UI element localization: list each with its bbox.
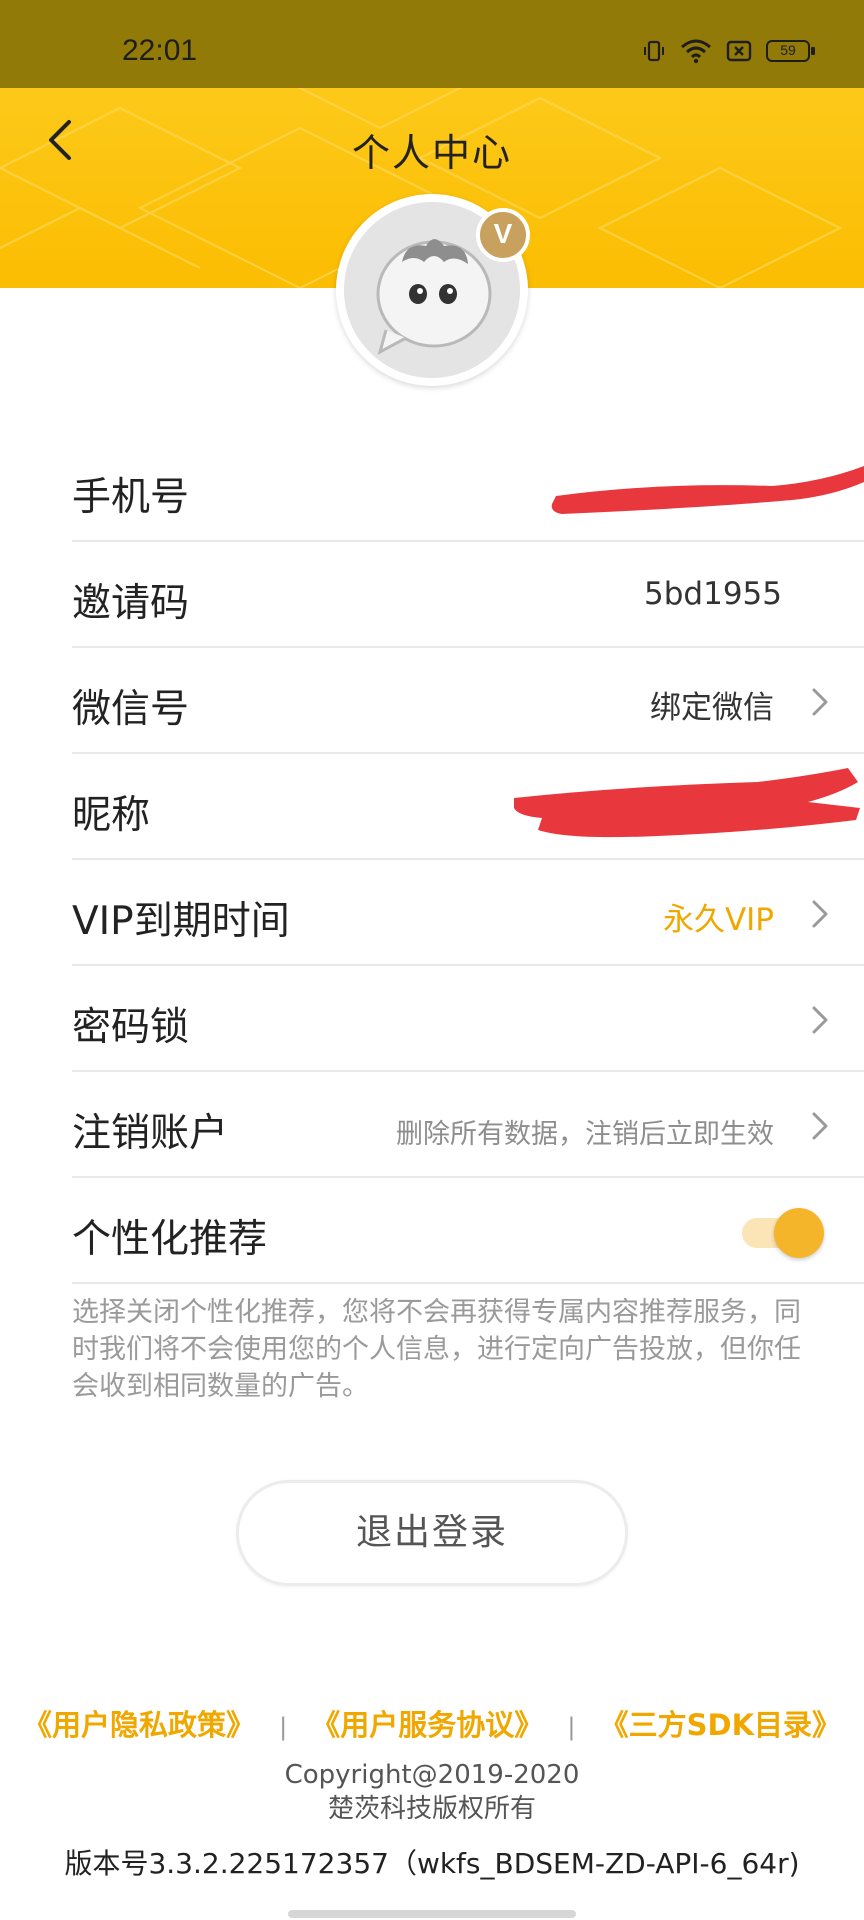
battery-level: 59 [780, 42, 796, 58]
row-label-phone: 手机号 [72, 475, 190, 520]
row-label-personalization: 个性化推荐 [72, 1217, 268, 1262]
wechat-value: 绑定微信 [650, 690, 774, 726]
link-separator: | [279, 1713, 288, 1741]
settings-list: 手机号 邀请码 5bd1955 微信号 绑定微信 昵称 VIP到期时间 永久VI… [72, 436, 864, 1284]
vibrate-icon [644, 40, 664, 62]
sim-icon [726, 40, 752, 62]
row-phone: 手机号 [72, 436, 864, 542]
row-label-nickname: 昵称 [72, 793, 151, 838]
row-label-wechat: 微信号 [72, 687, 190, 732]
privacy-policy-link[interactable]: 《用户隐私政策》 [23, 1708, 255, 1742]
row-personalization: 个性化推荐 [72, 1178, 864, 1284]
wifi-icon [681, 39, 711, 64]
version-text: 版本号3.3.2.225172357（wkfs_BDSEM-ZD-API-6_6… [64, 1847, 800, 1880]
vip-badge: V [476, 208, 530, 262]
vip-expiry-value: 永久VIP [662, 902, 774, 938]
sdk-list-link[interactable]: 《三方SDK目录》 [600, 1708, 841, 1742]
footer-links: 《用户隐私政策》 | 《用户服务协议》 | 《三方SDK目录》 [0, 1702, 864, 1744]
copyright-line: Copyright@2019-2020 [284, 1760, 580, 1790]
status-bar: 22:01 59 [0, 0, 864, 88]
service-agreement-link[interactable]: 《用户服务协议》 [311, 1708, 543, 1742]
row-nickname[interactable]: 昵称 [72, 754, 864, 860]
link-separator: | [567, 1713, 576, 1741]
battery-icon: 59 [766, 40, 815, 62]
row-delete-account[interactable]: 注销账户 删除所有数据，注销后立即生效 [72, 1072, 864, 1178]
row-wechat[interactable]: 微信号 绑定微信 [72, 648, 864, 754]
row-label-invite-code: 邀请码 [72, 581, 190, 626]
company-line: 楚茨科技版权所有 [327, 1794, 536, 1824]
chevron-right-icon [812, 688, 828, 716]
status-icons: 59 [642, 38, 815, 64]
personalization-hint: 选择关闭个性化推荐，您将不会再获得专属内容推荐服务，同时我们将不会使用您的个人信… [72, 1297, 801, 1402]
row-vip-expiry[interactable]: VIP到期时间 永久VIP [72, 860, 864, 966]
row-invite-code: 邀请码 5bd1955 [72, 542, 864, 648]
row-label-password-lock: 密码锁 [72, 1005, 190, 1050]
row-label-vip-expiry: VIP到期时间 [72, 899, 290, 944]
personalization-toggle[interactable] [742, 1208, 824, 1258]
copyright: Copyright@2019-2020 楚茨科技版权所有 [0, 1758, 864, 1826]
redaction-mark [551, 466, 864, 514]
toggle-knob [774, 1208, 824, 1258]
row-password-lock[interactable]: 密码锁 [72, 966, 864, 1072]
status-time: 22:01 [122, 34, 198, 67]
chevron-right-icon [812, 1006, 828, 1034]
redaction-mark [514, 768, 860, 838]
chevron-right-icon [812, 900, 828, 928]
page-title: 个人中心 [351, 131, 512, 175]
invite-code-value: 5bd1955 [644, 576, 782, 612]
logout-button[interactable]: 退出登录 [236, 1480, 628, 1586]
home-indicator[interactable] [288, 1910, 576, 1918]
delete-account-hint: 删除所有数据，注销后立即生效 [396, 1119, 774, 1150]
chevron-right-icon [812, 1112, 828, 1140]
row-label-delete-account: 注销账户 [72, 1111, 229, 1156]
